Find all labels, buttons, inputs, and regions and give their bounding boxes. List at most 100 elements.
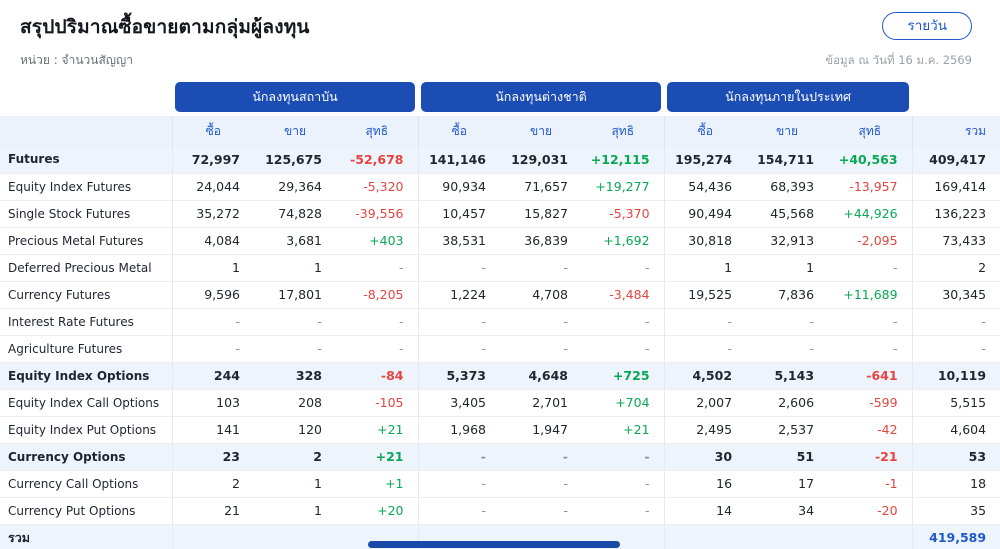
cell: - [172, 308, 254, 336]
col-header-sell: ขาย [746, 116, 829, 146]
row-label: Currency Put Options [0, 497, 173, 525]
daily-view-button[interactable]: รายวัน [882, 12, 972, 41]
cell: +20 [336, 497, 419, 525]
grand-total-value: 419,589 [912, 524, 1000, 549]
cell: - [418, 470, 500, 498]
cell: - [500, 443, 582, 471]
cell: - [418, 335, 500, 363]
page: สรุปปริมาณซื้อขายตามกลุ่มผู้ลงทุน รายวัน… [0, 0, 1000, 549]
cell: 30,345 [912, 281, 1000, 309]
cell: - [582, 254, 665, 282]
cell: - [500, 497, 582, 525]
cell: 1,968 [418, 416, 500, 444]
cell: 54,436 [664, 173, 747, 201]
cell: 9,596 [172, 281, 254, 309]
cell: -21 [828, 443, 913, 471]
cell: 30 [664, 443, 747, 471]
cell: -641 [828, 362, 913, 390]
row-label: Currency Futures [0, 281, 173, 309]
cell: - [500, 335, 582, 363]
col-header-buy: ซื้อ [418, 116, 500, 146]
cell: 5,515 [912, 389, 1000, 417]
group-header-2: นักลงทุนต่างชาติ [421, 82, 662, 112]
row-label: Currency Options [0, 443, 173, 471]
cell: - [336, 254, 419, 282]
table-row: Currency Options 23 2 +21- - -30 51 -21 53 [0, 443, 1000, 471]
cell: - [418, 254, 500, 282]
cell: - [828, 335, 913, 363]
cell: 3,405 [418, 389, 500, 417]
cell: +1,692 [582, 227, 665, 255]
cell: 73,433 [912, 227, 1000, 255]
cell: 10,119 [912, 362, 1000, 390]
cell: - [912, 308, 1000, 336]
group-header-cell: นักลงทุนสถาบัน [172, 82, 418, 116]
group-header-cell: นักลงทุนภายในประเทศ [664, 82, 913, 116]
cell: 1 [746, 254, 829, 282]
cell: 23 [172, 443, 254, 471]
group-header-1: นักลงทุนสถาบัน [175, 82, 415, 112]
cell: 45,568 [746, 200, 829, 228]
cell: - [828, 254, 913, 282]
row-label: Currency Call Options [0, 470, 173, 498]
row-label: Futures [0, 146, 173, 174]
cell: 409,417 [912, 146, 1000, 174]
table-row: Currency Call Options 2 1 +1- - -16 17 -1 18 [0, 470, 1000, 498]
meta-row: หน่วย : จำนวนสัญญา ข้อมูล ณ วันที่ 16 ม.… [0, 42, 1000, 82]
cell: 1 [254, 470, 336, 498]
cell: 1 [664, 254, 747, 282]
row-label: Equity Index Futures [0, 173, 173, 201]
cell: - [828, 308, 913, 336]
cell: 120 [254, 416, 336, 444]
col-header-net: สุทธิ [336, 116, 419, 146]
cell [254, 524, 336, 549]
cell: 4,708 [500, 281, 582, 309]
cell: 328 [254, 362, 336, 390]
total-row-label: รวม [0, 524, 173, 549]
cell: 51 [746, 443, 829, 471]
cell: 34 [746, 497, 829, 525]
cell [828, 524, 913, 549]
cell: 4,604 [912, 416, 1000, 444]
cell: -13,957 [828, 173, 913, 201]
cell: 136,223 [912, 200, 1000, 228]
cell: - [912, 335, 1000, 363]
col-header-sell: ขาย [254, 116, 336, 146]
cell: - [418, 308, 500, 336]
cell: 169,414 [912, 173, 1000, 201]
cell: - [418, 443, 500, 471]
cell: -1 [828, 470, 913, 498]
table-row: Equity Index Put Options 141 120 +21 1,968 1,… [0, 416, 1000, 444]
cell: - [582, 497, 665, 525]
cell: 4,502 [664, 362, 747, 390]
cell: +725 [582, 362, 665, 390]
cell: 24,044 [172, 173, 254, 201]
col-header-sell: ขาย [500, 116, 582, 146]
cell: 208 [254, 389, 336, 417]
investor-volume-table: นักลงทุนสถาบัน นักลงทุนต่างชาติ นักลงทุนภา… [0, 82, 1000, 549]
group-header-total-spacer [912, 82, 1000, 116]
cell: - [418, 497, 500, 525]
cell: 4,084 [172, 227, 254, 255]
group-header-row: นักลงทุนสถาบัน นักลงทุนต่างชาติ นักลงทุนภา… [0, 82, 1000, 116]
cell: 29,364 [254, 173, 336, 201]
cell: - [746, 308, 829, 336]
table-body: Futures 72,997 125,675 -52,678 141,146 129,03… [0, 146, 1000, 549]
cell: 2,495 [664, 416, 747, 444]
horizontal-scrollbar-thumb[interactable] [368, 541, 620, 548]
cell: 5,143 [746, 362, 829, 390]
cell: -105 [336, 389, 419, 417]
cell: -39,556 [336, 200, 419, 228]
cell: 10,457 [418, 200, 500, 228]
group-header-spacer [0, 82, 172, 116]
cell: 30,818 [664, 227, 747, 255]
cell: 18 [912, 470, 1000, 498]
cell: -8,205 [336, 281, 419, 309]
cell: 17 [746, 470, 829, 498]
cell: 244 [172, 362, 254, 390]
cell: -5,370 [582, 200, 665, 228]
cell: 125,675 [254, 146, 336, 174]
cell: - [254, 335, 336, 363]
cell: +11,689 [828, 281, 913, 309]
cell: -42 [828, 416, 913, 444]
